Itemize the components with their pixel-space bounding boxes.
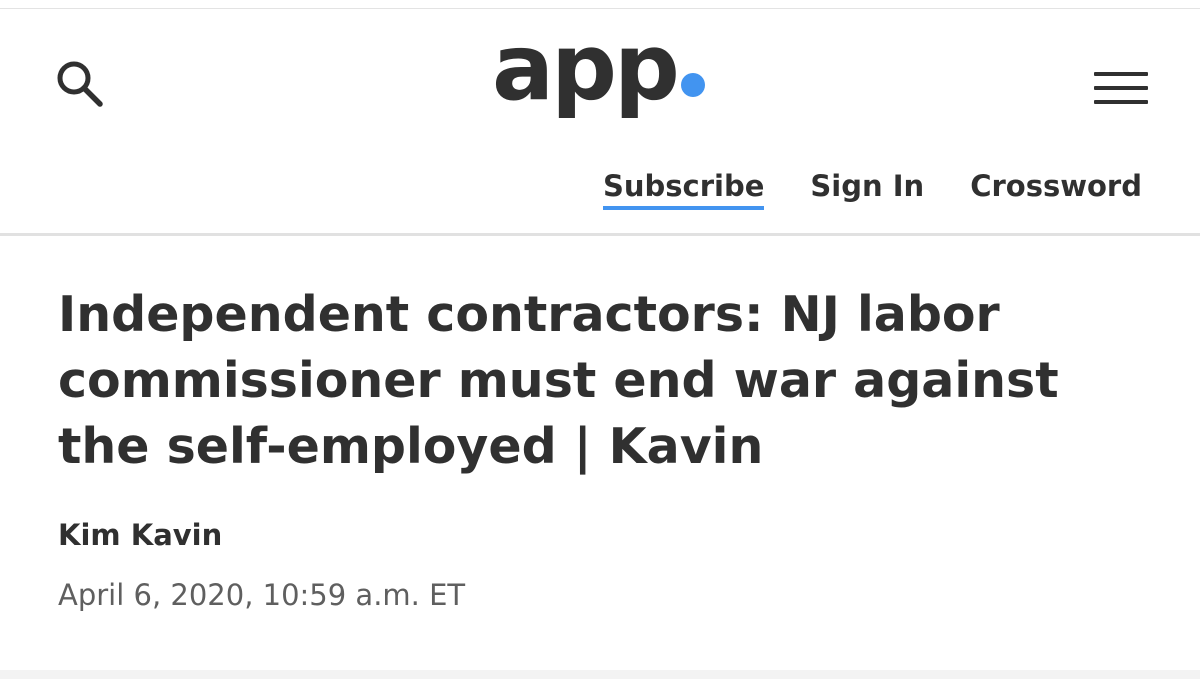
search-icon [57, 61, 103, 107]
crossword-link[interactable]: Crossword [970, 166, 1142, 206]
menu-button[interactable] [1092, 72, 1150, 106]
menu-bar [1094, 86, 1148, 90]
logo-text: app [492, 14, 680, 121]
page: app Subscribe Sign In Crossword Independ… [0, 0, 1200, 679]
logo-dot [680, 73, 705, 97]
header-nav: Subscribe Sign In Crossword [603, 166, 1142, 210]
subscribe-link[interactable]: Subscribe [603, 166, 765, 210]
bottom-divider [0, 670, 1200, 679]
sign-in-link[interactable]: Sign In [810, 166, 924, 206]
search-button[interactable] [52, 56, 108, 112]
article-headline: Independent contractors: NJ labor commis… [58, 286, 1059, 475]
site-logo[interactable]: app [492, 22, 705, 132]
author-byline[interactable]: Kim Kavin [58, 518, 222, 552]
top-divider [0, 8, 1200, 9]
menu-bar [1094, 72, 1148, 76]
menu-bar [1094, 100, 1148, 104]
publish-date: April 6, 2020, 10:59 a.m. ET [58, 578, 466, 612]
header-divider [0, 233, 1200, 236]
